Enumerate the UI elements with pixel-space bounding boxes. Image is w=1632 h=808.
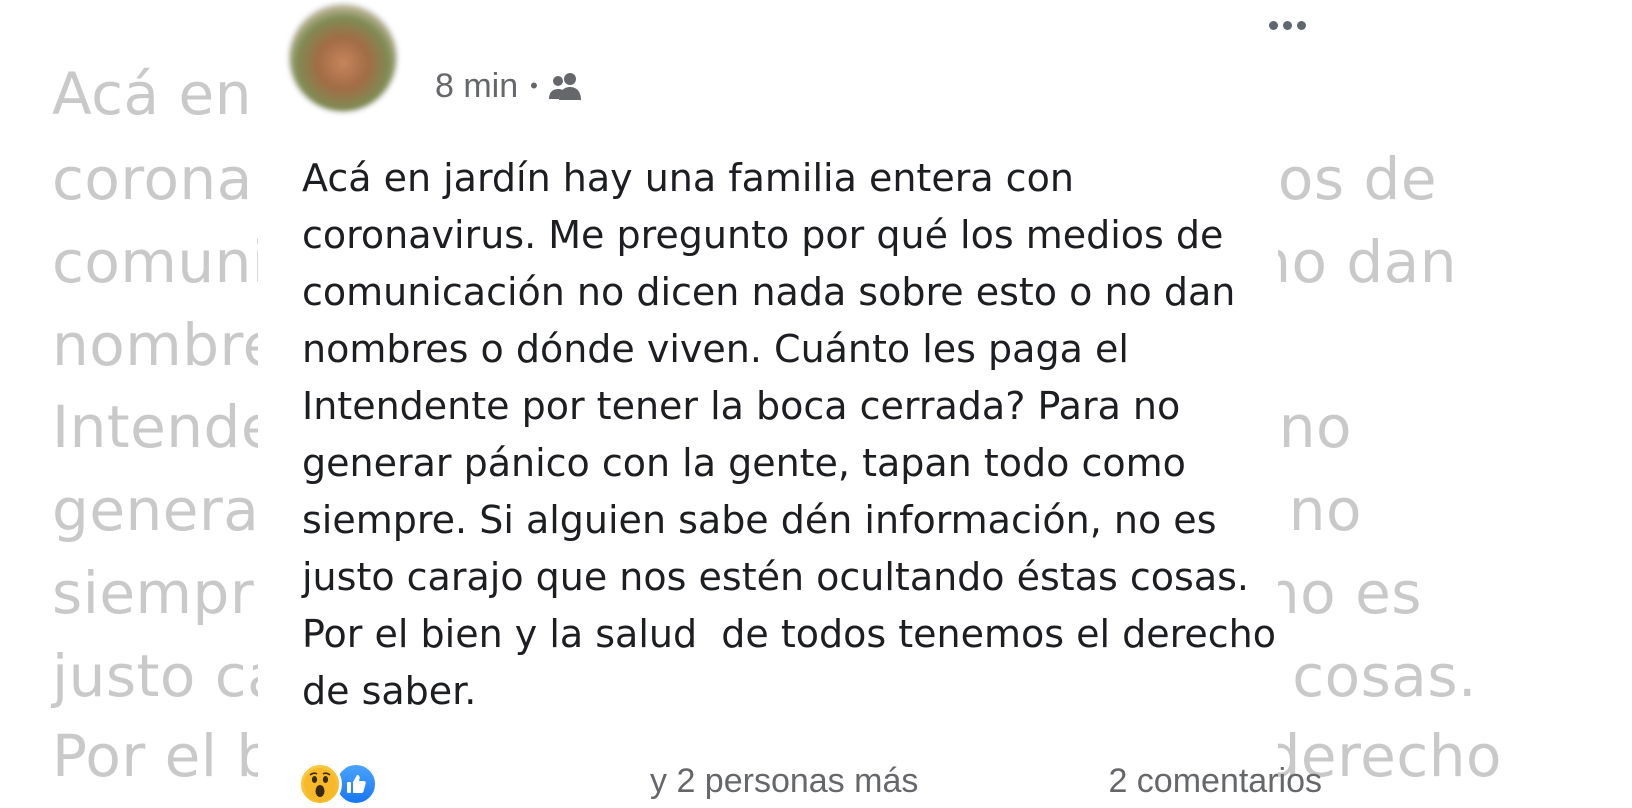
group-icon [548,73,581,100]
more-dot [1282,20,1292,30]
post-meta: 8 min • [435,66,584,106]
faded-text-line: nombre [52,311,279,379]
faded-text-line: general [52,476,276,544]
more-dot [1268,20,1278,30]
more-dot [1296,20,1306,30]
faded-text-line: Por el b [52,722,274,790]
wow-reaction-icon [298,762,342,806]
faded-text-line: comuni [52,228,269,296]
more-options-icon[interactable] [1262,10,1312,40]
faded-text-line: Acá en [52,60,252,128]
reactions-others-text[interactable]: y 2 personas más [650,762,918,801]
faded-text-line: corona [52,145,253,213]
faded-text-line: cosas. [1292,642,1477,710]
avatar[interactable] [290,5,396,111]
faded-text-line: justo ca [52,642,284,710]
meta-separator: • [530,73,538,98]
faded-text-line: Intende [52,393,278,461]
post-text: Acá en jardín hay una familia entera con… [302,156,1277,713]
comments-count[interactable]: 2 comentarios [1108,762,1322,801]
faded-text-line: siempr [52,559,255,627]
post-timestamp[interactable]: 8 min [435,67,518,106]
reactions-summary[interactable] [298,760,378,808]
